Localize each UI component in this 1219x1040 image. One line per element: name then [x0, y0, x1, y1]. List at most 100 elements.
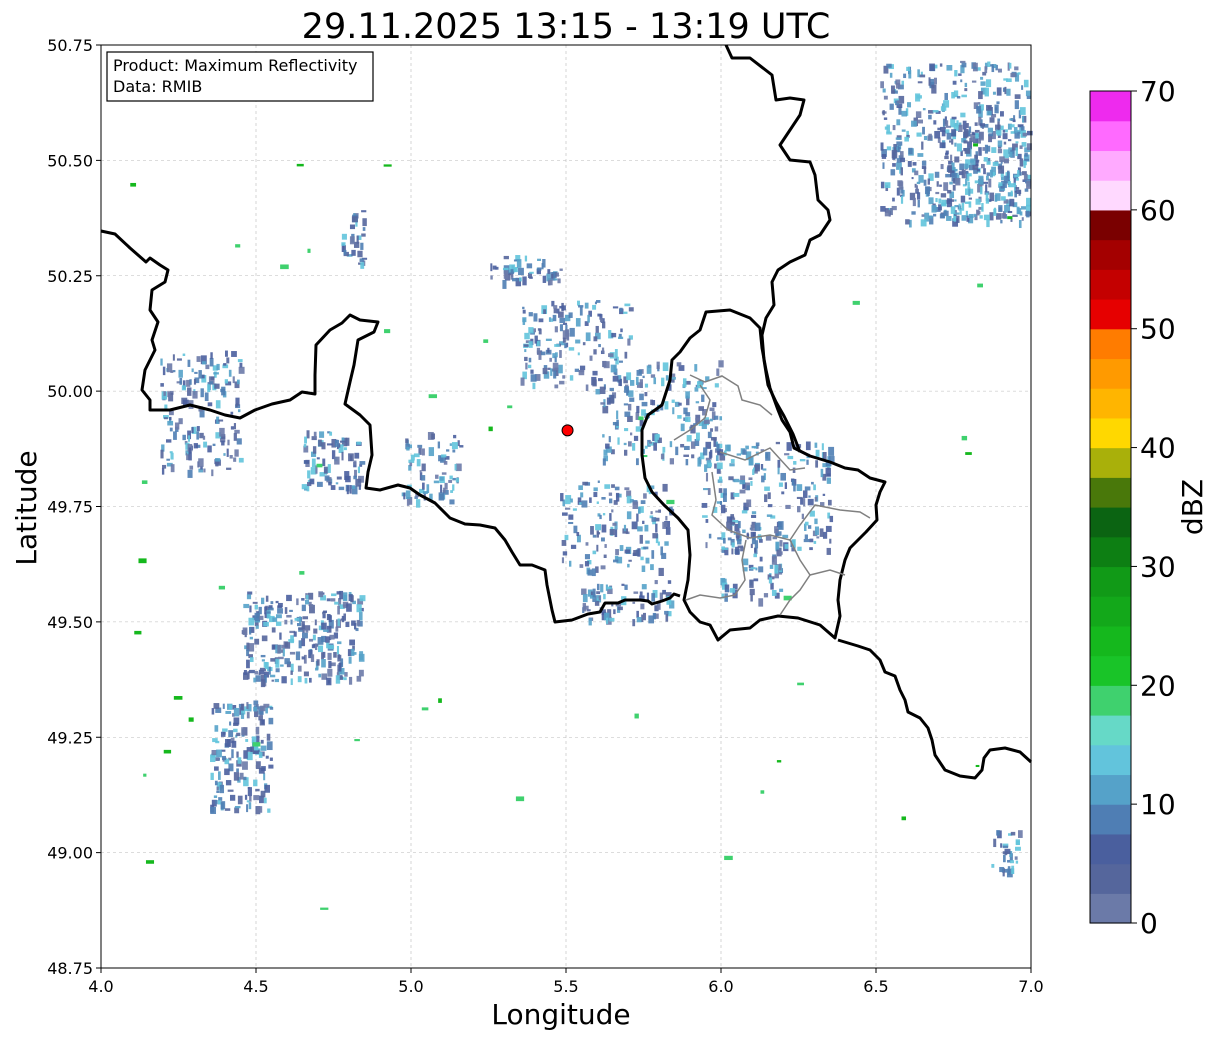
x-tick-label: 7.0	[1018, 977, 1043, 996]
echo-cell	[492, 265, 497, 270]
echo-cell	[275, 600, 279, 604]
echo-cell	[198, 370, 202, 379]
echo-cell	[897, 180, 903, 187]
colorbar-swatch	[1090, 328, 1131, 360]
echo-cell	[753, 553, 758, 558]
echo-cell	[334, 601, 339, 605]
echo-cell	[271, 627, 276, 633]
echo-cell	[892, 197, 895, 202]
echo-cell	[421, 707, 429, 711]
x-tick-label: 5.0	[398, 977, 423, 996]
echo-cell	[665, 527, 671, 535]
echo-cell	[1024, 188, 1029, 192]
echo-cell	[765, 451, 771, 461]
colorbar-tick-label: 10	[1140, 788, 1176, 821]
echo-cell	[787, 455, 794, 460]
echo-cell	[265, 611, 271, 614]
colorbar-swatch	[1090, 655, 1131, 686]
echo-cell	[731, 548, 734, 555]
echo-cell	[243, 776, 247, 781]
echo-cell	[270, 601, 274, 605]
echo-cell	[1008, 139, 1012, 142]
echo-cell	[928, 114, 932, 120]
echo-cell	[709, 449, 713, 458]
echo-cell	[613, 559, 619, 563]
echo-cell	[739, 489, 746, 494]
echo-cell	[1000, 843, 1003, 848]
echo-cell	[947, 165, 952, 173]
echo-cell	[358, 669, 364, 677]
echo-cell	[361, 210, 367, 213]
echo-cell	[618, 360, 623, 363]
echo-cell	[611, 332, 617, 338]
echo-cell	[614, 349, 618, 358]
echo-cell	[234, 807, 240, 814]
echo-cell	[749, 579, 754, 588]
echo-cell	[528, 327, 534, 334]
echo-cell	[609, 387, 614, 392]
echo-cell	[1011, 865, 1015, 874]
echo-cell	[970, 134, 976, 143]
echo-cell	[586, 609, 591, 612]
echo-cell	[444, 482, 448, 490]
echo-cell	[545, 338, 552, 341]
echo-cell	[518, 267, 524, 276]
echo-cell	[338, 486, 345, 491]
echo-cell	[633, 435, 639, 441]
echo-cell	[189, 379, 192, 385]
echo-cell	[172, 354, 175, 361]
echo-cell	[973, 143, 979, 147]
echo-cell	[543, 309, 547, 315]
echo-cell	[203, 441, 208, 448]
echo-cell	[1000, 111, 1004, 117]
echo-cell	[880, 206, 886, 212]
echo-cell	[297, 665, 302, 672]
echo-cell	[992, 161, 999, 166]
echo-cell	[176, 358, 182, 361]
echo-cell	[240, 713, 245, 719]
echo-cell	[916, 95, 922, 99]
echo-cell	[454, 463, 457, 471]
echo-cell	[321, 652, 324, 660]
echo-cell	[266, 733, 271, 741]
echo-cell	[214, 725, 219, 732]
colorbar-swatch	[1090, 447, 1131, 478]
echo-cell	[226, 448, 229, 457]
echo-cell	[954, 199, 957, 202]
echo-cell	[334, 456, 340, 465]
echo-cell	[218, 419, 224, 422]
echo-cell	[613, 609, 616, 615]
echo-cell	[249, 627, 252, 635]
echo-cell	[326, 443, 333, 446]
echo-cell	[337, 641, 342, 645]
echo-cell	[662, 362, 669, 372]
colorbar-swatch	[1090, 744, 1131, 776]
echo-cell	[998, 182, 1003, 187]
echo-cell	[1010, 860, 1015, 864]
echo-cell	[893, 147, 897, 153]
echo-cell	[249, 636, 253, 640]
echo-cell	[739, 479, 746, 485]
echo-cell	[1003, 141, 1007, 145]
echo-cell	[797, 506, 801, 513]
echo-cell	[639, 534, 643, 544]
echo-cell	[1012, 214, 1018, 217]
echo-cell	[333, 652, 337, 658]
echo-cell	[960, 112, 966, 118]
echo-cell	[559, 317, 566, 324]
echo-cell	[584, 561, 590, 567]
echo-cell	[528, 341, 533, 348]
echo-cell	[616, 425, 619, 428]
echo-cell	[327, 464, 331, 473]
echo-cell	[651, 550, 655, 559]
echo-cell	[640, 500, 646, 505]
echo-cell	[222, 728, 228, 732]
echo-cell	[553, 308, 557, 314]
echo-cell	[742, 558, 749, 566]
echo-cell	[936, 181, 939, 187]
echo-cell	[258, 672, 261, 676]
echo-cell	[612, 522, 617, 526]
echo-cell	[202, 435, 206, 440]
echo-cell	[263, 797, 267, 804]
echo-cell	[383, 164, 392, 167]
